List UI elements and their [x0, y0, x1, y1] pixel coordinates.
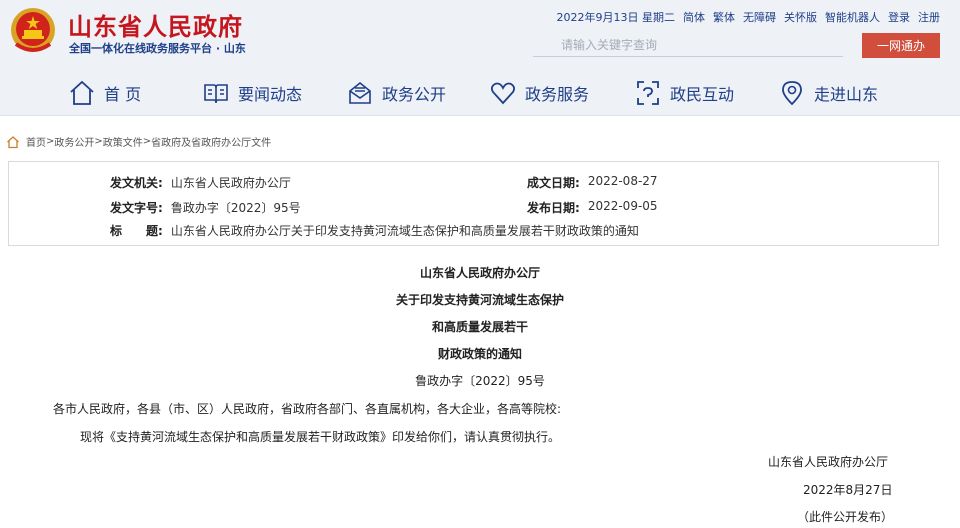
robot-link[interactable]: 智能机器人 — [825, 9, 880, 25]
breadcrumb-provincial-files[interactable]: 省政府及省政府办公厅文件 — [151, 134, 271, 149]
document-metadata: 发文机关: 山东省人民政府办公厅 发文字号: 鲁政办字〔2022〕95号 标 题… — [8, 161, 939, 246]
care-version-link[interactable]: 关怀版 — [784, 9, 817, 25]
nav-item-label: 政务公开 — [382, 85, 447, 104]
site-header: 山东省人民政府 全国一体化在线政务服务平台 · 山东 2022年9月13日 星期… — [0, 0, 960, 116]
nav-item-label: 政务服务 — [525, 85, 590, 104]
meta-label: 发文机关: — [110, 176, 163, 190]
simplified-link[interactable]: 简体 — [683, 9, 705, 25]
meta-label: 成文日期: — [527, 176, 580, 190]
meta-issuer: 发文机关: 山东省人民政府办公厅 — [110, 174, 291, 191]
location-icon — [782, 81, 802, 106]
nav-item-label: 走进山东 — [814, 85, 879, 104]
current-date: 2022年9月13日 星期二 — [556, 11, 676, 24]
meta-value: 2022-08-27 — [587, 174, 658, 188]
document-recipients: 各市人民政府，各县（市、区）人民政府，省政府各部门、各直属机构，各大企业，各高等… — [53, 402, 562, 416]
main-nav: 首 页 要闻动态 政务公开 政务服务 政民互动 走进山东 — [0, 70, 960, 116]
breadcrumb-separator: > — [46, 136, 55, 147]
meta-doc-number: 发文字号: 鲁政办字〔2022〕95号 — [110, 199, 301, 216]
nav-item-services[interactable]: 政务服务 — [489, 70, 589, 116]
site-subtitle: 全国一体化在线政务服务平台 · 山东 — [69, 42, 246, 55]
traditional-link[interactable]: 繁体 — [713, 9, 735, 25]
nav-item-label: 首 页 — [104, 85, 142, 104]
site-title[interactable]: 山东省人民政府 — [68, 7, 243, 42]
register-link[interactable]: 注册 — [918, 9, 940, 25]
document-body: 现将《支持黄河流域生态保护和高质量发展若干财政政策》印发给你们，请认真贯彻执行。 — [80, 430, 561, 444]
breadcrumb: 首页 > 政务公开 > 政策文件 > 省政府及省政府办公厅文件 — [6, 134, 271, 149]
inbox-icon — [349, 81, 371, 104]
nav-item-label: 政民互动 — [670, 85, 735, 104]
nav-item-label: 要闻动态 — [238, 85, 303, 104]
meta-label: 标 题: — [110, 224, 163, 238]
meta-label: 发文字号: — [110, 201, 163, 215]
meta-value: 鲁政办字〔2022〕95号 — [170, 201, 301, 215]
meta-value: 2022-09-05 — [587, 199, 658, 213]
heart-icon — [490, 82, 516, 105]
meta-value: 山东省人民政府办公厅关于印发支持黄河流域生态保护和高质量发展若干财政政策的通知 — [170, 224, 639, 238]
interaction-icon — [637, 81, 659, 105]
document-title-line: 山东省人民政府办公厅 — [419, 266, 540, 280]
breadcrumb-home[interactable]: 首页 — [26, 134, 46, 149]
meta-label: 发布日期: — [527, 201, 580, 215]
nav-item-interaction[interactable]: 政民互动 — [634, 70, 734, 116]
search-box — [533, 33, 843, 57]
nav-item-news[interactable]: 要闻动态 — [202, 70, 302, 116]
search-input[interactable] — [533, 33, 843, 56]
document-title-line: 财政政策的通知 — [437, 347, 522, 361]
meta-created-date: 成文日期: 2022-08-27 — [527, 174, 658, 191]
breadcrumb-separator: > — [142, 136, 152, 147]
home-icon — [7, 135, 19, 148]
national-emblem-icon — [11, 8, 55, 52]
document-number: 鲁政办字〔2022〕95号 — [415, 374, 545, 388]
breadcrumb-separator: > — [94, 136, 103, 147]
top-links: 2022年9月13日 星期二 简体 繁体 无障碍 关怀版 智能机器人 登录 注册 — [557, 9, 941, 25]
nav-item-open-government[interactable]: 政务公开 — [346, 70, 446, 116]
accessible-link[interactable]: 无障碍 — [743, 9, 776, 25]
home-icon — [70, 80, 94, 105]
one-stop-service-button[interactable]: 一网通办 — [862, 33, 940, 58]
breadcrumb-policy-files[interactable]: 政策文件 — [103, 134, 143, 149]
nav-item-about-shandong[interactable]: 走进山东 — [778, 70, 878, 116]
meta-published-date: 发布日期: 2022-09-05 — [527, 199, 658, 216]
meta-title: 标 题: 山东省人民政府办公厅关于印发支持黄河流域生态保护和高质量发展若干财政政… — [110, 222, 639, 239]
document-date: 2022年8月27日 — [803, 483, 893, 497]
document-signature: 山东省人民政府办公厅 — [768, 455, 889, 469]
book-icon — [204, 84, 228, 104]
document-note: （此件公开发布） — [797, 510, 894, 524]
document-title-line: 关于印发支持黄河流域生态保护 — [395, 293, 564, 307]
breadcrumb-open-government[interactable]: 政务公开 — [54, 134, 94, 149]
meta-value: 山东省人民政府办公厅 — [170, 176, 291, 190]
document-title-line: 和高质量发展若干 — [431, 320, 528, 334]
nav-item-home[interactable]: 首 页 — [68, 70, 141, 116]
login-link[interactable]: 登录 — [888, 9, 910, 25]
